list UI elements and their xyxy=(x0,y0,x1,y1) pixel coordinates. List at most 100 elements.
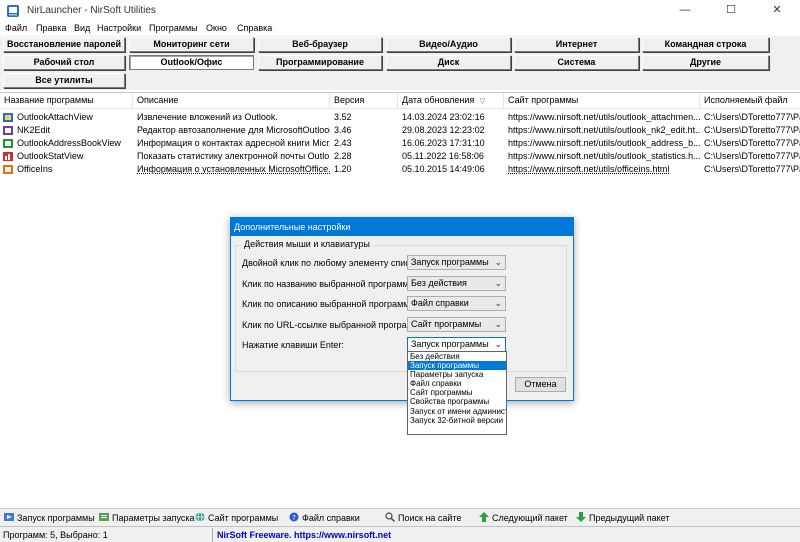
tab-password-recovery[interactable]: Восстановление паролей xyxy=(3,37,125,52)
menu-window[interactable]: Окно xyxy=(206,23,227,33)
chevron-down-icon: ⌄ xyxy=(494,319,502,329)
cell-desc: Показать статистику электронной почты Ou… xyxy=(137,151,330,161)
dropdown-option[interactable]: Запуск от имени администратора xyxy=(408,407,506,416)
cell-name: OfficeIns xyxy=(17,164,53,174)
dropdown-option-selected[interactable]: Запуск программы xyxy=(408,361,506,371)
enter-key-select[interactable]: Запуск программы ⌄ xyxy=(407,337,506,352)
tab-web-browser[interactable]: Веб-браузер xyxy=(258,37,382,52)
cell-version: 1.20 xyxy=(334,164,352,174)
cancel-button[interactable]: Отмена xyxy=(515,377,566,392)
cell-site: https://www.nirsoft.net/utils/outlook_at… xyxy=(508,112,700,122)
cell-exe: C:\Users\DToretto777\Pa6 xyxy=(704,112,800,122)
minimize-button[interactable]: — xyxy=(662,0,708,22)
advanced-settings-dialog: Дополнительные настройки Действия мыши и… xyxy=(230,217,574,401)
dropdown-option[interactable]: Сайт программы xyxy=(408,388,506,397)
col-program-name[interactable]: Название программы xyxy=(0,93,133,109)
maximize-button[interactable]: ☐ xyxy=(708,0,754,22)
dropdown-option[interactable]: Файл справки xyxy=(408,379,506,388)
status-count: Программ: 5, Выбрано: 1 xyxy=(3,530,108,540)
cell-date: 14.03.2024 23:02:16 xyxy=(402,112,485,122)
tab-programming[interactable]: Программирование xyxy=(258,55,382,70)
table-row-selected[interactable]: OfficeIns Информация о установленных Mic… xyxy=(0,163,800,176)
cell-desc: Информация о контактах адресной книги Mi… xyxy=(137,138,330,148)
nirlauncher-app-icon xyxy=(7,5,19,17)
status-bar: Программ: 5, Выбрано: 1 NirSoft Freeware… xyxy=(0,526,800,542)
tab-desktop[interactable]: Рабочий стол xyxy=(3,55,125,70)
table-row[interactable]: OutlookAddressBookView Информация о конт… xyxy=(0,137,800,150)
cell-desc: Извлечение вложений из Outlook. xyxy=(137,112,278,122)
search-icon xyxy=(385,512,395,522)
run-params-button[interactable]: Параметры запуска xyxy=(99,512,195,523)
program-site-button[interactable]: Сайт программы xyxy=(195,512,278,523)
menu-settings[interactable]: Настройки xyxy=(97,23,141,33)
tab-all-utilities[interactable]: Все утилиты xyxy=(3,73,125,88)
tab-outlook-office[interactable]: Outlook/Офис xyxy=(129,55,254,70)
cell-version: 3.46 xyxy=(334,125,352,135)
tab-command-line[interactable]: Командная строка xyxy=(642,37,769,52)
cell-exe: C:\Users\DToretto777\Pa6 xyxy=(704,151,800,161)
sort-descending-icon: ▽ xyxy=(480,98,486,105)
menu-programs[interactable]: Программы xyxy=(149,23,198,33)
double-click-value: Запуск программы xyxy=(411,257,489,267)
cell-name: OutlookStatView xyxy=(17,151,84,161)
cell-name: OutlookAddressBookView xyxy=(17,138,121,148)
dropdown-option[interactable]: Запуск 32-битной версии xyxy=(408,416,506,425)
cell-site: https://www.nirsoft.net/utils/officeins.… xyxy=(508,164,670,174)
search-site-button[interactable]: Поиск на сайте xyxy=(385,512,461,523)
menu-help[interactable]: Справка xyxy=(237,23,272,33)
cell-version: 3.52 xyxy=(334,112,352,122)
tab-other[interactable]: Другие xyxy=(642,55,769,70)
dialog-title: Дополнительные настройки xyxy=(231,218,573,236)
cell-exe: C:\Users\DToretto777\Pa6 xyxy=(704,138,800,148)
table-row[interactable]: OutlookStatView Показать статистику элек… xyxy=(0,150,800,163)
cell-desc: Редактор автозаполнение для MicrosoftOut… xyxy=(137,125,330,135)
url-click-select[interactable]: Сайт программы ⌄ xyxy=(407,317,506,332)
tab-disk[interactable]: Диск xyxy=(386,55,511,70)
name-click-label: Клик по названию выбранной программы: xyxy=(242,279,418,289)
status-separator xyxy=(212,528,213,542)
dropdown-option[interactable]: Параметры запуска xyxy=(408,370,506,379)
menu-view[interactable]: Вид xyxy=(74,23,90,33)
prev-package-button[interactable]: Предыдущий пакет xyxy=(576,512,669,523)
svg-text:?: ? xyxy=(292,514,296,522)
name-click-select[interactable]: Без действия ⌄ xyxy=(407,276,506,291)
col-version[interactable]: Версия xyxy=(330,93,398,109)
nirsoft-link[interactable]: NirSoft Freeware. https://www.nirsoft.ne… xyxy=(217,530,391,540)
desc-click-value: Файл справки xyxy=(411,298,469,308)
cell-name: NK2Edit xyxy=(17,125,51,135)
enter-key-dropdown: Без действия Запуск программы Параметры … xyxy=(407,351,507,435)
desc-click-select[interactable]: Файл справки ⌄ xyxy=(407,296,506,311)
col-executable[interactable]: Исполняемый файл xyxy=(700,93,800,109)
prev-package-label: Предыдущий пакет xyxy=(589,513,670,523)
col-website[interactable]: Сайт программы xyxy=(504,93,700,109)
run-program-button[interactable]: Запуск программы xyxy=(4,512,95,523)
run-icon xyxy=(4,513,14,521)
double-click-select[interactable]: Запуск программы ⌄ xyxy=(407,255,506,270)
cell-exe: C:\Users\DToretto777\Pa6 xyxy=(704,125,800,135)
dropdown-option[interactable]: Без действия xyxy=(408,352,506,361)
tab-network-monitoring[interactable]: Мониторинг сети xyxy=(129,37,254,52)
close-button[interactable]: ✕ xyxy=(754,0,800,22)
table-row[interactable]: NK2Edit Редактор автозаполнение для Micr… xyxy=(0,124,800,137)
url-click-value: Сайт программы xyxy=(411,319,482,329)
cell-site: https://www.nirsoft.net/utils/outlook_ad… xyxy=(508,138,700,148)
double-click-label: Двойной клик по любому элементу списка: xyxy=(242,258,422,268)
col-update-date[interactable]: Дата обновления xyxy=(398,93,504,109)
run-program-label: Запуск программы xyxy=(17,513,95,523)
menu-file[interactable]: Файл xyxy=(5,23,27,33)
help-file-label: Файл справки xyxy=(302,513,360,523)
chevron-down-icon: ⌄ xyxy=(494,257,502,267)
tab-system[interactable]: Система xyxy=(514,55,639,70)
col-description[interactable]: Описание xyxy=(133,93,330,109)
cell-version: 2.28 xyxy=(334,151,352,161)
chevron-down-icon: ⌄ xyxy=(494,339,502,349)
table-row[interactable]: OutlookAttachView Извлечение вложений из… xyxy=(0,111,800,124)
next-package-button[interactable]: Следующий пакет xyxy=(479,512,568,523)
dropdown-option[interactable]: Свойства программы xyxy=(408,397,506,406)
menu-edit[interactable]: Правка xyxy=(36,23,66,33)
cell-date: 05.11.2022 16:58:06 xyxy=(402,151,484,161)
tab-video-audio[interactable]: Видео/Аудио xyxy=(386,37,511,52)
tab-internet[interactable]: Интернет xyxy=(514,37,639,52)
help-file-button[interactable]: ? Файл справки xyxy=(289,512,360,523)
cell-version: 2.43 xyxy=(334,138,352,148)
